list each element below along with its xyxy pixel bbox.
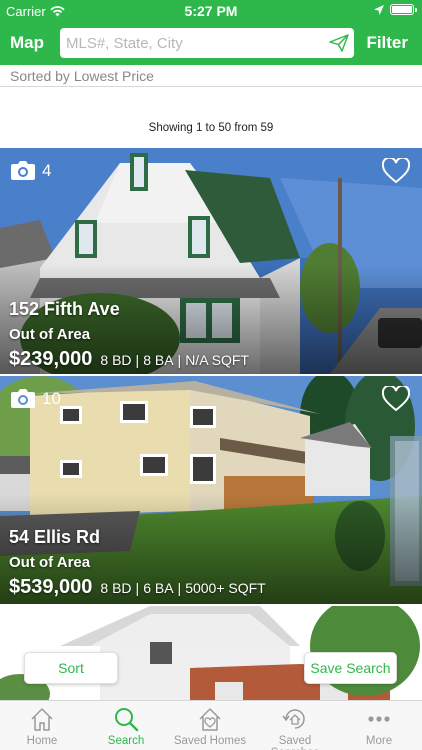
- favorite-heart-icon[interactable]: [382, 158, 410, 184]
- results-count: Showing 1 to 50 from 59: [148, 122, 274, 134]
- listing-sqft: 5000+ SQFT: [185, 580, 266, 596]
- nav-bar: Map Filter: [0, 22, 422, 65]
- status-bar: Carrier 5:27 PM: [0, 0, 422, 22]
- search-input[interactable]: [66, 28, 321, 58]
- listing-price-line: $239,000 8 BD | 8 BA | N/A SQFT: [9, 348, 249, 371]
- listing-card[interactable]: 10 54 Ellis Rd Out of Area $539,000 8 BD…: [0, 376, 422, 604]
- search-icon: [115, 708, 139, 732]
- tab-more-label: More: [365, 735, 393, 747]
- saved-search-icon: [282, 709, 305, 729]
- listing-baths: 6 BA: [143, 580, 174, 596]
- battery-icon: [390, 4, 417, 15]
- listing-address[interactable]: 54 Ellis Rd: [9, 527, 100, 548]
- home-icon: [31, 708, 53, 731]
- tab-home-label: Home: [26, 735, 58, 747]
- saved-home-icon: [199, 708, 221, 731]
- filter-button[interactable]: Filter: [366, 33, 408, 53]
- tab-bar: Home Search Saved Homes Saved Searches M…: [0, 700, 422, 750]
- tab-search[interactable]: Search: [84, 701, 168, 750]
- listing-area: Out of Area: [9, 326, 91, 343]
- camera-icon: [11, 161, 35, 180]
- sort-button[interactable]: Sort: [24, 652, 118, 684]
- tab-more[interactable]: More: [337, 701, 421, 750]
- clock: 5:27 PM: [184, 3, 238, 19]
- listing-price: $239,000: [9, 348, 93, 370]
- listing-sqft: N/A SQFT: [185, 352, 249, 368]
- listing-price: $539,000: [9, 576, 93, 598]
- listing-specs: 8 BD | 6 BA | 5000+ SQFT: [100, 580, 266, 596]
- photo-count: 4: [10, 160, 51, 181]
- listing-baths: 8 BA: [143, 352, 174, 368]
- favorite-heart-icon[interactable]: [382, 386, 410, 412]
- tab-saved-searches-label: Saved Searches: [271, 735, 320, 750]
- sort-info-bar: Sorted by Lowest Price: [0, 65, 422, 87]
- photo-count-value: 4: [42, 160, 52, 180]
- listing-address[interactable]: 152 Fifth Ave: [9, 299, 120, 320]
- send-icon[interactable]: [329, 33, 349, 53]
- sort-info-text: Sorted by Lowest Price: [10, 68, 154, 84]
- location-arrow-icon: [374, 4, 384, 15]
- tab-saved-searches[interactable]: Saved Searches: [253, 701, 337, 750]
- tab-home[interactable]: Home: [0, 701, 84, 750]
- camera-icon: [11, 389, 35, 408]
- listing-price-line: $539,000 8 BD | 6 BA | 5000+ SQFT: [9, 576, 266, 599]
- map-button[interactable]: Map: [10, 33, 44, 53]
- photo-count: 10: [10, 388, 61, 409]
- tab-saved-homes[interactable]: Saved Homes: [168, 701, 252, 750]
- listing-area: Out of Area: [9, 554, 91, 571]
- photo-count-value: 10: [42, 388, 61, 408]
- listing-beds: 8 BD: [100, 352, 132, 368]
- save-search-button[interactable]: Save Search: [304, 652, 397, 684]
- more-icon: [368, 716, 390, 722]
- tab-search-label: Search: [107, 735, 145, 747]
- listing-specs: 8 BD | 8 BA | N/A SQFT: [100, 352, 249, 368]
- listing-beds: 8 BD: [100, 580, 132, 596]
- listing-card[interactable]: 4 152 Fifth Ave Out of Area $239,000 8 B…: [0, 148, 422, 374]
- tab-saved-homes-label: Saved Homes: [173, 735, 247, 747]
- search-box[interactable]: [60, 28, 354, 58]
